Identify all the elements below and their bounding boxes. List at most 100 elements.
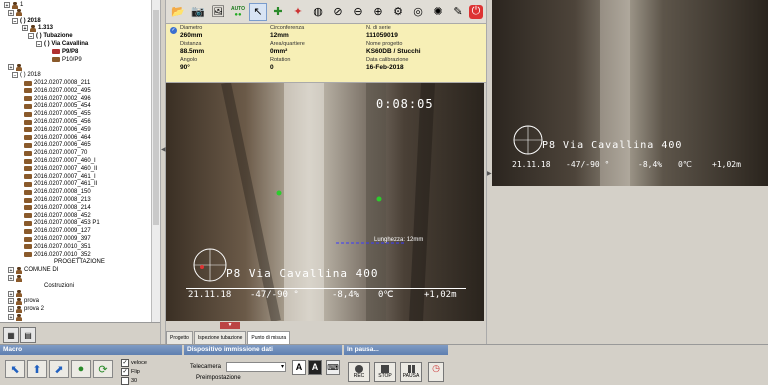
folder-open-icon[interactable]: 📂 (169, 3, 187, 21)
collapse-icon[interactable]: − (12, 72, 18, 79)
tree-node[interactable]: 2016.0207.0002_496 (24, 95, 91, 103)
tree-node[interactable]: 2016.0207.0007_70 (24, 149, 87, 157)
tree-node[interactable]: + (8, 313, 24, 321)
tree-node[interactable]: + COMUNE DI (8, 266, 58, 274)
arrow-up-left-button[interactable]: ⬉ (5, 360, 25, 378)
expand-icon[interactable]: + (22, 25, 28, 32)
main-video-view[interactable]: 0:08:05 Lunghezza: 12mm P8 Via Cavallina… (166, 83, 484, 321)
tab-progetto[interactable]: Progetto (166, 331, 193, 345)
clock-button[interactable]: ◷ (428, 362, 444, 382)
secondary-video-view[interactable]: P8 Via Cavallina 400 21.11.18 -47/-90 ° … (492, 0, 768, 186)
tree-node[interactable]: 2016.0207.0008_452 (24, 212, 91, 220)
tree-node[interactable]: 2016.0207.0007_460_II (24, 165, 97, 173)
collapse-icon[interactable]: − (36, 41, 42, 48)
tree-node[interactable]: + (8, 9, 24, 17)
marker-icon[interactable]: ✚ (269, 3, 287, 21)
tree-node[interactable]: + prova (8, 297, 39, 305)
tree-node[interactable]: 2016.0207.0008_150 (24, 188, 91, 196)
pen-icon[interactable]: ✎ (449, 3, 467, 21)
tree-node[interactable]: P9/P8 (52, 48, 78, 56)
veloce-box[interactable]: ✓ (121, 359, 129, 367)
tree-node[interactable]: 2016.0207.0005_456 (24, 118, 91, 126)
gear-icon[interactable]: ⚙ (389, 3, 407, 21)
tree-node[interactable]: + (8, 290, 24, 298)
rec-button[interactable]: REC (348, 362, 370, 382)
tree-node[interactable]: 2016.0207.0007_461_II (24, 180, 97, 188)
tree-node[interactable]: PROGETTAZIONE (54, 258, 105, 266)
flip-checkbox[interactable]: ✓ Flip (121, 368, 140, 376)
tree-node[interactable]: +1 (4, 1, 23, 9)
tree-node[interactable]: −( ) Tubazione (28, 32, 73, 40)
tree-node[interactable]: +1.313 (22, 24, 53, 32)
collapse-icon[interactable]: − (28, 33, 34, 40)
reticle-icon[interactable]: ⊖ (349, 3, 367, 21)
collapse-right-icon[interactable]: ▶ (487, 170, 492, 177)
project-tree[interactable]: +1 + −( ) 2018 +1.313−( ) Tubazione −( ) Via… (0, 0, 161, 322)
camera-icon[interactable]: 📷 (189, 3, 207, 21)
arrow-up-right-button[interactable]: ⬈ (49, 360, 69, 378)
tree-view-icon[interactable]: ▦ (3, 327, 19, 343)
keyboard-icon[interactable]: ⌨ (326, 360, 340, 375)
tree-node[interactable]: P10/P9 (52, 56, 82, 64)
list-view-icon[interactable]: ▤ (20, 327, 36, 343)
tree-node[interactable]: 2016.0207.0007_460_I (24, 157, 96, 165)
pausa-button[interactable]: PAUSA (400, 362, 422, 382)
tree-node[interactable]: 2016.0207.0006_465 (24, 141, 91, 149)
stop-button[interactable]: STOP (374, 362, 396, 382)
camera-alt-icon[interactable]: 🖼 (209, 3, 227, 21)
expand-icon[interactable]: + (8, 267, 14, 274)
tree-node[interactable]: 2016.0207.0002_495 (24, 87, 91, 95)
veloce-checkbox[interactable]: ✓ veloce (121, 359, 147, 367)
crosshair-icon[interactable]: ⊕ (369, 3, 387, 21)
tree-node[interactable]: 2016.0207.0009_127 (24, 227, 91, 235)
tree-node[interactable]: 2016.0207.0008_453 P1 (24, 219, 100, 227)
tree-node[interactable]: + (8, 274, 24, 282)
expand-icon[interactable]: + (4, 2, 10, 9)
flip-box[interactable]: ✓ (121, 368, 129, 376)
expand-icon[interactable]: + (8, 314, 14, 321)
collapse-icon[interactable]: − (12, 17, 18, 25)
tree-node[interactable]: −( ) 2018 (12, 71, 41, 79)
expand-icon[interactable]: + (8, 298, 14, 305)
tree-node[interactable]: 2016.0207.0006_459 (24, 126, 91, 134)
tree-node[interactable]: 2016.0207.0010_352 (24, 251, 91, 259)
target-icon[interactable]: ◎ (409, 3, 427, 21)
tree-node[interactable]: + (8, 63, 24, 71)
telecamera-select[interactable]: ▾ (226, 362, 286, 372)
tab-punto-misura[interactable]: Punto di misura (247, 331, 291, 345)
tree-node[interactable]: 2016.0207.0008_214 (24, 204, 91, 212)
tree-node[interactable]: 2016.0207.0009_397 (24, 235, 91, 243)
expand-icon[interactable]: + (8, 306, 14, 313)
tree-node[interactable]: 2016.0207.0010_351 (24, 243, 91, 251)
tree-scrollbar[interactable] (151, 0, 160, 322)
font-a-inverse-button[interactable]: A (308, 360, 322, 375)
color-icon[interactable]: ✦ (289, 3, 307, 21)
refresh-button[interactable]: ⟳ (93, 360, 113, 378)
slash-circle-icon[interactable]: ⊘ (329, 3, 347, 21)
scrollbar-thumb[interactable] (153, 10, 159, 225)
tree-node[interactable]: Costruzioni (44, 282, 74, 290)
font-a-button[interactable]: A (292, 360, 306, 375)
tree-node[interactable]: 2016.0207.0007_461_I (24, 173, 96, 181)
tree-node[interactable]: + prova 2 (8, 305, 44, 313)
auto-icon[interactable]: AUTO ●● (229, 3, 247, 21)
tree-node[interactable]: 2012.0207.0008_211 (24, 79, 90, 87)
globe-icon[interactable]: ◍ (309, 3, 327, 21)
pointer-icon[interactable]: ↖ (249, 2, 267, 21)
tree-node[interactable]: −( ) Via Cavallina (36, 40, 88, 48)
tree-node[interactable]: 2016.0207.0005_454 (24, 102, 91, 110)
collapse-left-icon[interactable]: ◀ (161, 146, 166, 153)
power-icon[interactable]: ⏻ (469, 4, 483, 19)
tree-node[interactable]: −( ) 2018 (12, 17, 41, 25)
tree-node[interactable]: 2016.0207.0006_464 (24, 134, 91, 142)
tree-node[interactable]: 2016.0207.0005_455 (24, 110, 91, 118)
collapse-bottom-icon[interactable]: ▼ (220, 322, 240, 329)
tree-node[interactable]: 2016.0207.0008_213 (24, 196, 91, 204)
expand-icon[interactable]: + (8, 64, 14, 71)
compass-icon[interactable]: ✺ (429, 3, 447, 21)
arrow-up-button[interactable]: ⬆ (27, 360, 47, 378)
expand-icon[interactable]: + (8, 9, 14, 17)
expand-icon[interactable]: + (8, 275, 14, 282)
expand-icon[interactable]: + (8, 290, 14, 298)
tab-ispezione[interactable]: Ispezione tubazione (193, 331, 247, 345)
